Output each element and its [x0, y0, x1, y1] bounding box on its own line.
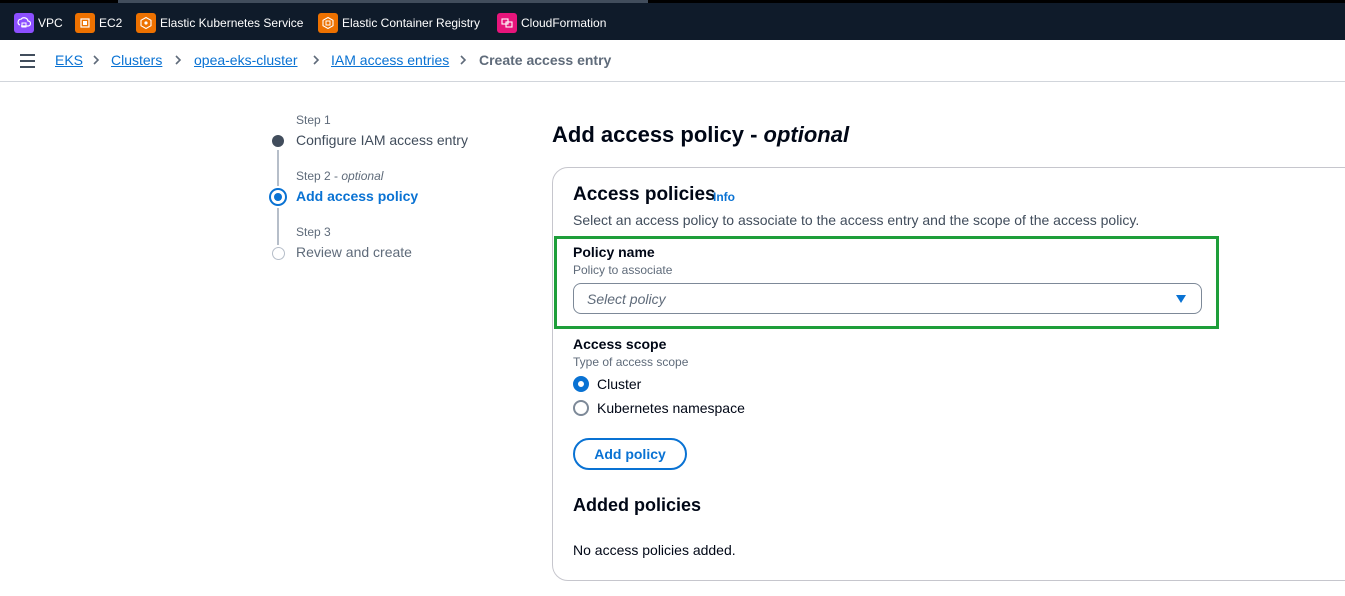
- step-1-label: Step 1: [296, 113, 331, 127]
- access-scope-label: Access scope: [573, 336, 667, 352]
- shortcut-vpc[interactable]: VPC: [14, 13, 63, 33]
- chevron-right-icon: [313, 55, 320, 65]
- step-connector: [277, 208, 279, 245]
- shortcut-label: CloudFormation: [521, 16, 607, 30]
- chevron-right-icon: [93, 55, 100, 65]
- vpc-icon: [14, 13, 34, 33]
- shortcut-label: Elastic Container Registry: [342, 16, 481, 30]
- policy-name-label: Policy name: [573, 244, 655, 260]
- added-policies-title: Added policies: [573, 495, 702, 515]
- add-policy-button[interactable]: Add policy: [573, 438, 687, 470]
- ecr-icon: [318, 13, 338, 33]
- page-title: Add access policy - optional: [552, 122, 850, 147]
- breadcrumb-cluster-name[interactable]: opea-eks-cluster: [194, 52, 298, 68]
- eks-icon: [136, 13, 156, 33]
- shortcut-ec2[interactable]: EC2: [75, 13, 122, 33]
- service-shortcut-bar: VPC EC2 Elastic Kubernetes Service Elast…: [0, 0, 1345, 40]
- chevron-right-icon: [175, 55, 182, 65]
- breadcrumb-bar: EKS Clusters opea-eks-cluster IAM access…: [0, 40, 1345, 82]
- added-policies-empty: No access policies added.: [573, 542, 736, 558]
- step-disabled-icon: [272, 247, 285, 260]
- chevron-right-icon: [460, 55, 467, 65]
- step-1-title[interactable]: Configure IAM access entry: [296, 132, 468, 148]
- radio-cluster[interactable]: [573, 376, 589, 392]
- policy-select-placeholder: Select policy: [587, 291, 666, 307]
- access-policies-title: Access policies: [573, 184, 716, 205]
- breadcrumb-clusters[interactable]: Clusters: [111, 52, 162, 68]
- access-policies-description: Select an access policy to associate to …: [573, 212, 1140, 228]
- shortcut-cloudformation[interactable]: CloudFormation: [497, 13, 606, 33]
- breadcrumb-current: Create access entry: [479, 52, 612, 68]
- policy-name-description: Policy to associate: [573, 263, 673, 277]
- radio-cluster-label[interactable]: Cluster: [597, 376, 641, 392]
- policy-select[interactable]: Select policy: [573, 283, 1202, 314]
- step-2-label: Step 2 - optional: [296, 169, 384, 183]
- step-2-title: Add access policy: [296, 188, 419, 204]
- menu-icon[interactable]: [20, 54, 36, 68]
- radio-kubernetes-namespace-label[interactable]: Kubernetes namespace: [597, 400, 745, 416]
- topbar-divider: [118, 0, 648, 3]
- ec2-icon: [75, 13, 95, 33]
- cloudformation-icon: [497, 13, 517, 33]
- step-active-icon: [269, 188, 287, 206]
- shortcut-label: VPC: [38, 16, 63, 30]
- breadcrumb-iam-access-entries[interactable]: IAM access entries: [331, 52, 449, 68]
- step-connector: [277, 150, 279, 186]
- access-scope-description: Type of access scope: [573, 355, 689, 369]
- caret-down-icon: [1176, 295, 1186, 303]
- shortcut-label: Elastic Kubernetes Service: [160, 16, 304, 30]
- shortcut-label: EC2: [99, 16, 123, 30]
- step-completed-icon: [272, 135, 284, 147]
- radio-kubernetes-namespace[interactable]: [573, 400, 589, 416]
- breadcrumb-eks[interactable]: EKS: [55, 52, 83, 68]
- shortcut-ecr[interactable]: Elastic Container Registry: [318, 13, 480, 33]
- access-policies-container: [552, 167, 1345, 581]
- step-3-label: Step 3: [296, 225, 331, 239]
- info-link[interactable]: Info: [713, 190, 735, 204]
- shortcut-eks[interactable]: Elastic Kubernetes Service: [136, 13, 303, 33]
- step-3-title: Review and create: [296, 244, 412, 260]
